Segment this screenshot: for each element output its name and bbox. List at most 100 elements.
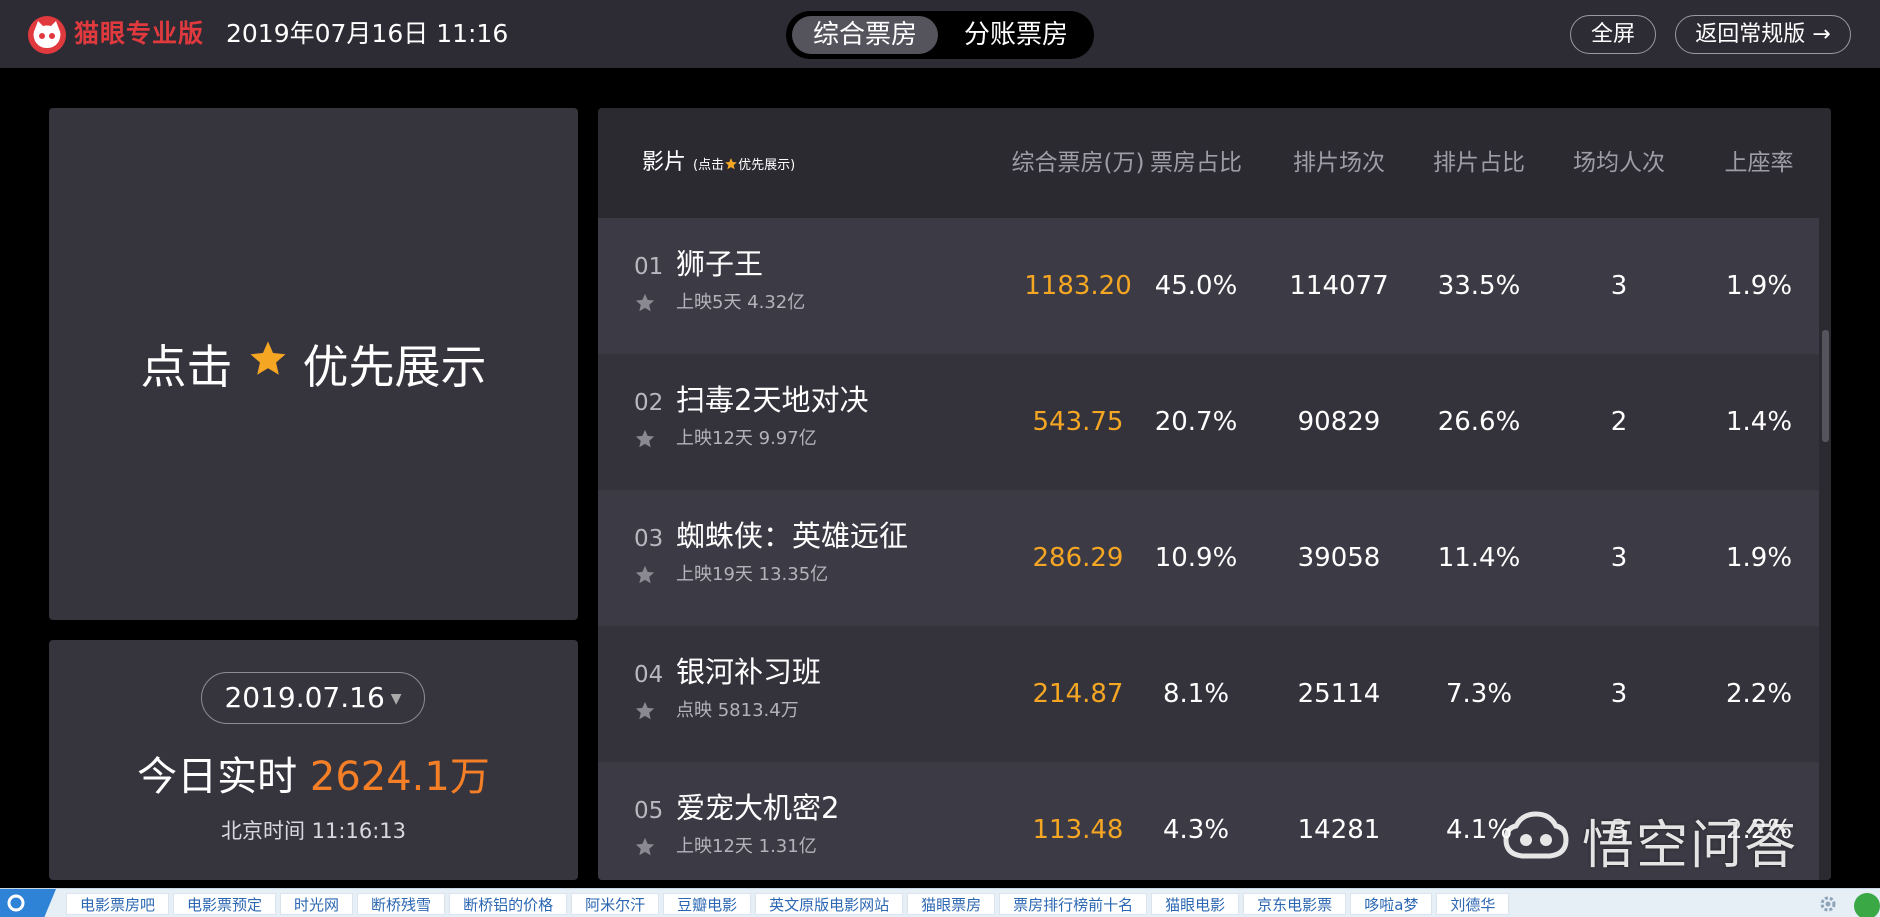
screen-share-value: 26.6% bbox=[1437, 407, 1521, 437]
tab-split-box-office[interactable]: 分账票房 bbox=[946, 16, 1086, 54]
bookmark-item[interactable]: 豆瓣电影 bbox=[663, 893, 752, 915]
film-column-note: (点击 优先展示) bbox=[693, 158, 795, 173]
date-selector[interactable]: 2019.07.16 ▼ bbox=[201, 672, 425, 724]
box-share-value: 10.9% bbox=[1154, 543, 1238, 573]
column-header-box-share[interactable]: 票房占比 bbox=[1136, 148, 1256, 178]
film-release-info: 上映19天 13.35亿 bbox=[676, 564, 829, 585]
film-name: 银河补习班 bbox=[676, 655, 822, 689]
top-bar: 猫眼专业版 2019年07月16日 11:16 综合票房 分账票房 全屏 返回常… bbox=[0, 0, 1880, 68]
browser-globe-icon[interactable] bbox=[1854, 893, 1880, 917]
table-header: 影片 (点击 优先展示) 综合票房(万) 票房占比 排片场次 排片占比 场均人次 … bbox=[598, 108, 1831, 218]
film-rank: 02 bbox=[634, 390, 664, 416]
film-rank: 05 bbox=[634, 798, 664, 824]
app-logo-text: 猫眼专业版 bbox=[74, 19, 205, 48]
screenings-value: 114077 bbox=[1289, 271, 1389, 301]
scrollbar-thumb[interactable] bbox=[1822, 330, 1829, 442]
column-header-occupancy[interactable]: 上座率 bbox=[1694, 148, 1824, 178]
column-header-screen-share[interactable]: 排片占比 bbox=[1414, 148, 1544, 178]
avg-attendance-value: 3 bbox=[1610, 679, 1628, 709]
realtime-total: 今日实时 2624.1万 bbox=[49, 750, 578, 804]
box-share-value: 8.1% bbox=[1162, 679, 1230, 709]
film-rank: 03 bbox=[634, 526, 664, 552]
occupancy-value: 1.4% bbox=[1725, 407, 1793, 437]
film-name: 狮子王 bbox=[676, 247, 764, 281]
wukong-watermark: 悟空问答 bbox=[1500, 805, 1799, 876]
box-share-value: 45.0% bbox=[1154, 271, 1238, 301]
screenings-value: 14281 bbox=[1297, 815, 1381, 845]
film-release-info: 点映 5813.4万 bbox=[676, 700, 799, 721]
box-office-type-switch: 综合票房 分账票房 bbox=[786, 11, 1094, 59]
table-row[interactable]: 04 银河补习班 点映 5813.4万 214.87 8.1% 25114 7.… bbox=[598, 626, 1819, 762]
mini-star-icon bbox=[724, 153, 738, 183]
caret-down-icon: ▼ bbox=[390, 691, 402, 707]
bookmark-item[interactable]: 猫眼电影 bbox=[1151, 893, 1240, 915]
beijing-time: 北京时间 11:16:13 bbox=[221, 819, 406, 843]
app-root: 猫眼专业版 2019年07月16日 11:16 综合票房 分账票房 全屏 返回常… bbox=[0, 0, 1880, 917]
box-share-value: 20.7% bbox=[1154, 407, 1238, 437]
table-row[interactable]: 02 扫毒2天地对决 上映12天 9.97亿 543.75 20.7% 9082… bbox=[598, 354, 1819, 490]
column-header-avg-attendance[interactable]: 场均人次 bbox=[1554, 148, 1684, 178]
star-outline-icon[interactable] bbox=[634, 836, 656, 862]
bookmark-item[interactable]: 断桥残雪 bbox=[357, 893, 446, 915]
bookmark-item[interactable]: 票房排行榜前十名 bbox=[999, 893, 1148, 915]
bookmark-item[interactable]: 刘德华 bbox=[1436, 893, 1510, 915]
bookmark-item[interactable]: 英文原版电影网站 bbox=[755, 893, 904, 915]
bookmark-item[interactable]: 电影票房吧 bbox=[66, 893, 170, 915]
film-release-info: 上映5天 4.32亿 bbox=[676, 292, 806, 313]
screenings-value: 90829 bbox=[1297, 407, 1381, 437]
header-datetime: 2019年07月16日 11:16 bbox=[226, 19, 509, 48]
back-to-normal-button[interactable]: 返回常规版 → bbox=[1675, 15, 1851, 54]
table-row[interactable]: 03 蜘蛛侠：英雄远征 上映19天 13.35亿 286.29 10.9% 39… bbox=[598, 490, 1819, 626]
film-release-info: 上映12天 9.97亿 bbox=[676, 428, 817, 449]
film-rank: 01 bbox=[634, 254, 664, 280]
bookmark-item[interactable]: 京东电影票 bbox=[1243, 893, 1347, 915]
screen-share-value: 11.4% bbox=[1437, 543, 1521, 573]
star-outline-icon[interactable] bbox=[634, 700, 656, 726]
bookmark-item[interactable]: 阿米尔汗 bbox=[571, 893, 660, 915]
promo-left-text: 点击 bbox=[140, 340, 233, 394]
avg-attendance-value: 2 bbox=[1610, 407, 1628, 437]
film-name: 扫毒2天地对决 bbox=[676, 383, 869, 417]
film-name: 蜘蛛侠：英雄远征 bbox=[676, 519, 909, 553]
occupancy-value: 1.9% bbox=[1725, 543, 1793, 573]
screen-share-value: 7.3% bbox=[1445, 679, 1513, 709]
selected-date: 2019.07.16 bbox=[224, 681, 385, 714]
tab-comprehensive-box-office[interactable]: 综合票房 bbox=[792, 16, 938, 54]
screenings-value: 39058 bbox=[1297, 543, 1381, 573]
film-name: 爱宠大机密2 bbox=[676, 791, 840, 825]
daily-realtime-panel: 2019.07.16 ▼ 今日实时 2624.1万 北京时间 11:16:13 bbox=[49, 640, 578, 880]
column-header-screenings[interactable]: 排片场次 bbox=[1274, 148, 1404, 178]
promo-right-text: 优先展示 bbox=[302, 340, 487, 394]
screen-share-value: 33.5% bbox=[1437, 271, 1521, 301]
bookmark-item[interactable]: 时光网 bbox=[280, 893, 354, 915]
table-scrollbar[interactable] bbox=[1819, 218, 1831, 880]
bookmark-item[interactable]: 哆啦a梦 bbox=[1350, 893, 1433, 915]
fullscreen-button[interactable]: 全屏 bbox=[1570, 15, 1656, 54]
occupancy-value: 2.2% bbox=[1725, 679, 1793, 709]
column-header-film: 影片 (点击 优先展示) bbox=[642, 148, 795, 178]
bookmark-item[interactable]: 电影票预定 bbox=[173, 893, 277, 915]
star-icon bbox=[247, 337, 289, 391]
star-outline-icon[interactable] bbox=[634, 428, 656, 454]
box-share-value: 4.3% bbox=[1162, 815, 1230, 845]
avg-attendance-value: 3 bbox=[1610, 271, 1628, 301]
film-rank: 04 bbox=[634, 662, 664, 688]
realtime-label: 今日实时 bbox=[137, 754, 298, 800]
star-outline-icon[interactable] bbox=[634, 564, 656, 590]
screenings-value: 25114 bbox=[1297, 679, 1381, 709]
occupancy-value: 1.9% bbox=[1725, 271, 1793, 301]
bookmark-item[interactable]: 断桥铝的价格 bbox=[449, 893, 568, 915]
search-icon[interactable] bbox=[0, 889, 56, 917]
star-outline-icon[interactable] bbox=[634, 292, 656, 318]
maoyan-cat-logo-icon bbox=[28, 16, 66, 54]
wukong-logo-icon bbox=[1500, 808, 1572, 872]
avg-attendance-value: 3 bbox=[1610, 543, 1628, 573]
realtime-value: 2624.1万 bbox=[309, 754, 490, 800]
browser-bookmark-bar: 电影票房吧 电影票预定 时光网 断桥残雪 断桥铝的价格 阿米尔汗 豆瓣电影 英文原版电影网站猫… bbox=[0, 888, 1880, 917]
table-row[interactable]: 01 狮子王 上映5天 4.32亿 1183.20 45.0% 114077 3… bbox=[598, 218, 1819, 354]
gear-icon[interactable] bbox=[1818, 894, 1838, 917]
film-release-info: 上映12天 1.31亿 bbox=[676, 836, 817, 857]
bookmark-item[interactable]: 猫眼票房 bbox=[907, 893, 996, 915]
watermark-text: 悟空问答 bbox=[1582, 815, 1799, 876]
priority-display-panel[interactable]: 点击 优先展示 bbox=[49, 108, 578, 620]
